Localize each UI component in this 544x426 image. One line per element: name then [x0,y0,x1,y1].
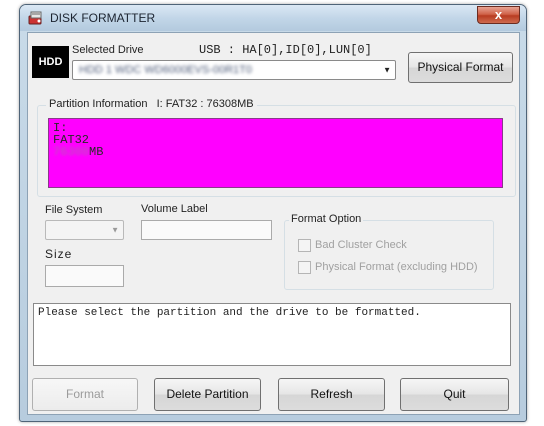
physical-format-option-label: Physical Format (excluding HDD) [315,261,478,273]
chevron-down-icon: ▼ [383,65,391,75]
physical-format-button[interactable]: Physical Format [408,52,513,83]
hdd-icon: HDD [32,46,69,78]
disk-formatter-window: DISK FORMATTER x HDD Selected Drive USB … [19,4,527,422]
disk-formatter-icon [28,11,42,25]
physical-format-checkbox[interactable] [298,261,311,274]
status-message-box: Please select the partition and the driv… [33,303,511,366]
chevron-down-icon: ▼ [111,225,119,235]
volume-label-label: Volume Label [141,203,208,215]
file-system-label: File System [45,204,103,216]
size-label: Size [45,247,73,261]
volume-label-field[interactable] [141,220,272,240]
bad-cluster-checkbox[interactable] [298,239,311,252]
selected-drive-label: Selected Drive [72,44,144,56]
close-icon: x [494,7,503,22]
partition-summary: I: FAT32 : 76308MB [156,98,254,110]
partition-info-label: Partition Information I: FAT32 : 76308MB [46,98,257,110]
size-field[interactable] [45,265,124,287]
status-message: Please select the partition and the driv… [38,307,421,319]
bad-cluster-label: Bad Cluster Check [315,239,407,251]
partition-list[interactable]: I: FAT32 76308MB [48,118,503,188]
partition-drive-letter: I: [53,121,68,135]
delete-partition-button[interactable]: Delete Partition [154,378,261,411]
title-bar[interactable]: DISK FORMATTER x [20,5,526,31]
format-option-group [284,220,494,290]
format-option-label: Format Option [289,213,364,225]
format-button[interactable]: Format [32,378,138,411]
file-system-select[interactable]: ▼ [45,220,124,240]
drive-select-value: HDD 1 WDC WD6000EVS-00R1T0 [79,64,252,76]
refresh-button[interactable]: Refresh [278,378,385,411]
client-area: HDD Selected Drive USB : HA[0],ID[0],LUN… [27,32,520,415]
quit-button[interactable]: Quit [400,378,509,411]
partition-filesystem: FAT32 [53,133,90,147]
close-button[interactable]: x [477,6,520,24]
partition-size: 76308MB [53,145,104,159]
usb-info: USB : HA[0],ID[0],LUN[0] [199,43,372,57]
window-title: DISK FORMATTER [50,11,156,25]
drive-select[interactable]: HDD 1 WDC WD6000EVS-00R1T0 ▼ [72,60,396,80]
